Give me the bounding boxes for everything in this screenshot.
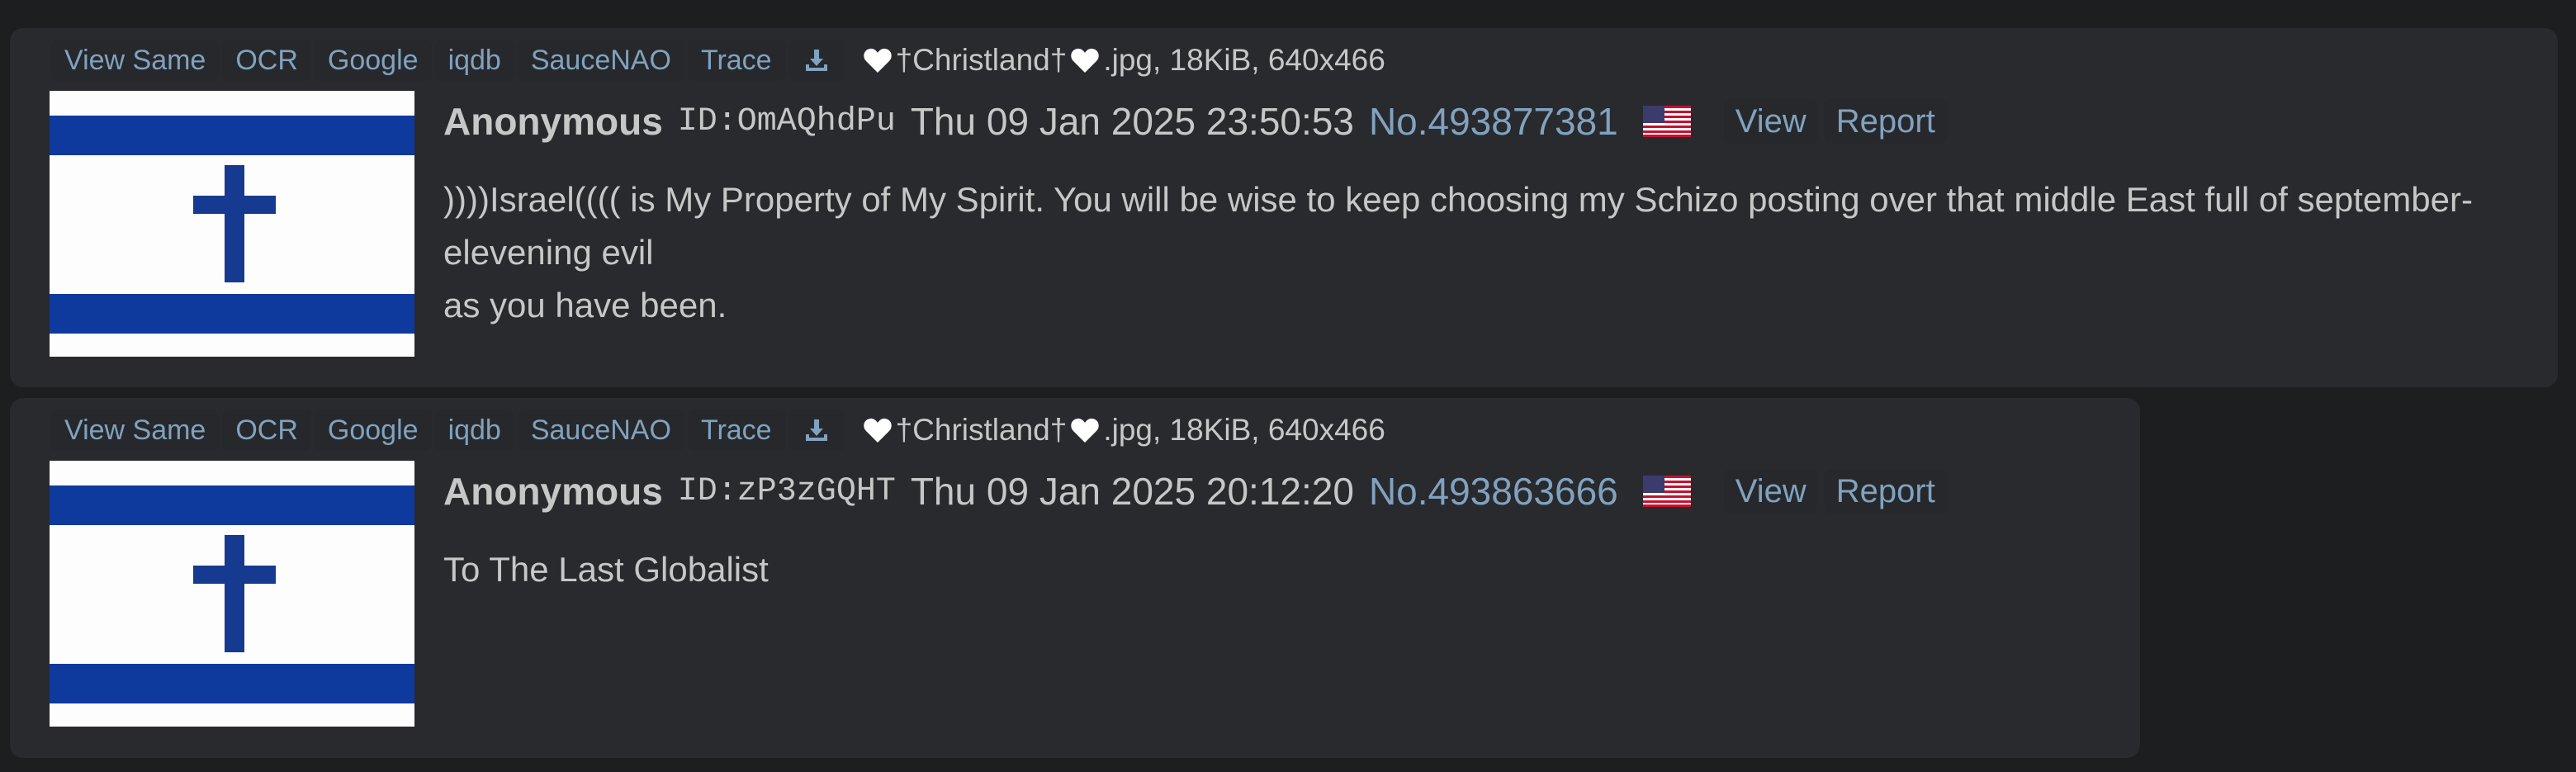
file-details: .jpg, 18KiB, 640x466 bbox=[1103, 413, 1385, 447]
heart-icon bbox=[1071, 418, 1100, 443]
us-flag-icon bbox=[1642, 476, 1691, 507]
view-same-button[interactable]: View Same bbox=[51, 410, 220, 451]
post-2: View Same OCR Google iqdb SauceNAO Trace… bbox=[10, 398, 2140, 758]
post-comment: ))))Israel(((( is My Property of My Spir… bbox=[443, 173, 2524, 332]
download-icon bbox=[805, 50, 827, 71]
iqdb-button[interactable]: iqdb bbox=[434, 40, 514, 81]
post-thumbnail[interactable] bbox=[50, 461, 414, 727]
comment-line: as you have been. bbox=[443, 286, 727, 324]
heart-icon bbox=[1071, 48, 1100, 73]
file-details: .jpg, 18KiB, 640x466 bbox=[1103, 43, 1385, 77]
download-button[interactable] bbox=[788, 40, 845, 81]
file-name[interactable]: †Christland† bbox=[896, 413, 1068, 448]
heart-icon bbox=[863, 48, 892, 73]
post-thumbnail[interactable] bbox=[50, 91, 414, 357]
iqdb-button[interactable]: iqdb bbox=[434, 410, 514, 451]
poster-name: Anonymous bbox=[443, 100, 663, 143]
poster-id[interactable]: ID:zP3zGQHT bbox=[678, 473, 896, 510]
christland-flag-image bbox=[50, 91, 414, 357]
view-button[interactable]: View bbox=[1723, 469, 1818, 514]
report-button[interactable]: Report bbox=[1824, 99, 1947, 144]
download-icon bbox=[805, 419, 827, 441]
report-button[interactable]: Report bbox=[1824, 469, 1947, 514]
trace-button[interactable]: Trace bbox=[687, 40, 785, 81]
file-info: †Christland† .jpg, 18KiB, 640x466 bbox=[859, 43, 1385, 78]
post-number-link[interactable]: No.493863666 bbox=[1369, 469, 1618, 514]
post-header: Anonymous ID:OmAQhdPu Thu 09 Jan 2025 23… bbox=[443, 94, 1953, 149]
view-same-button[interactable]: View Same bbox=[51, 40, 220, 81]
view-button[interactable]: View bbox=[1723, 99, 1818, 144]
saucenao-button[interactable]: SauceNAO bbox=[517, 40, 684, 81]
file-toolbar: View Same OCR Google iqdb SauceNAO Trace… bbox=[51, 40, 1385, 81]
post-1: View Same OCR Google iqdb SauceNAO Trace… bbox=[10, 28, 2558, 387]
ocr-button[interactable]: OCR bbox=[222, 40, 311, 81]
comment-line: ))))Israel(((( is My Property of My Spir… bbox=[443, 180, 2473, 272]
post-date: Thu 09 Jan 2025 20:12:20 bbox=[910, 470, 1354, 513]
post-date: Thu 09 Jan 2025 23:50:53 bbox=[910, 100, 1354, 143]
poster-name: Anonymous bbox=[443, 470, 663, 513]
ocr-button[interactable]: OCR bbox=[222, 410, 311, 451]
download-button[interactable] bbox=[788, 410, 845, 451]
post-comment: To The Last Globalist bbox=[443, 543, 2524, 596]
post-number-link[interactable]: No.493877381 bbox=[1369, 99, 1618, 144]
heart-icon bbox=[863, 418, 892, 443]
google-button[interactable]: Google bbox=[314, 410, 432, 451]
file-info: †Christland† .jpg, 18KiB, 640x466 bbox=[859, 413, 1385, 448]
us-flag-icon bbox=[1642, 106, 1691, 137]
saucenao-button[interactable]: SauceNAO bbox=[517, 410, 684, 451]
post-header: Anonymous ID:zP3zGQHT Thu 09 Jan 2025 20… bbox=[443, 464, 1953, 519]
poster-id[interactable]: ID:OmAQhdPu bbox=[678, 103, 896, 140]
google-button[interactable]: Google bbox=[314, 40, 432, 81]
comment-line: To The Last Globalist bbox=[443, 550, 769, 589]
christland-flag-image bbox=[50, 461, 414, 727]
file-toolbar: View Same OCR Google iqdb SauceNAO Trace… bbox=[51, 410, 1385, 451]
trace-button[interactable]: Trace bbox=[687, 410, 785, 451]
file-name[interactable]: †Christland† bbox=[896, 43, 1068, 78]
